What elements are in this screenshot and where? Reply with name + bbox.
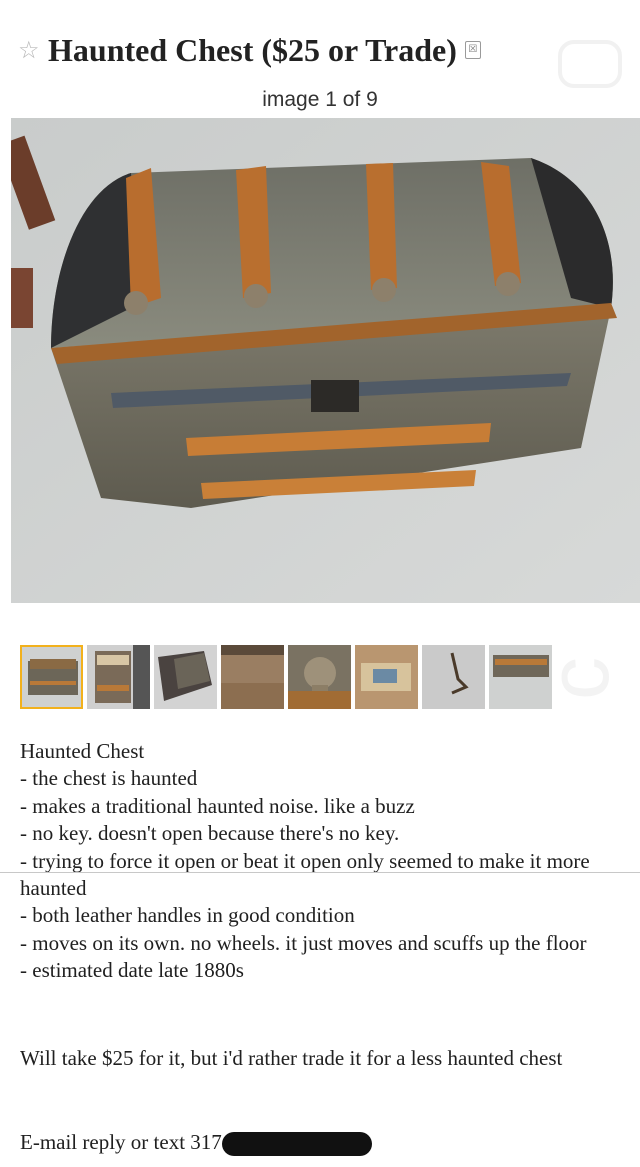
chest-photo-illustration [11, 118, 640, 603]
description-item-1: - the chest is haunted [20, 766, 198, 791]
title-row: ☆ Haunted Chest ($25 or Trade) ☒ [18, 26, 618, 74]
description-item-5: - both leather handles in good condition [20, 903, 355, 928]
thumbnail-strip [20, 645, 560, 709]
watermark-logo [558, 40, 622, 88]
screenshot-seam-divider [0, 872, 640, 873]
posting-title: Haunted Chest ($25 or Trade) [48, 31, 457, 68]
contact-line: E-mail reply or text 317 [20, 1128, 620, 1157]
thumbnail-6[interactable] [355, 645, 418, 709]
description-item-4: - trying to force it open or beat it ope… [20, 848, 590, 901]
description-item-2: - makes a traditional haunted noise. lik… [20, 793, 415, 818]
main-photo[interactable] [11, 118, 640, 603]
thumbnail-1[interactable] [20, 645, 83, 709]
thumbnail-2[interactable] [87, 645, 150, 709]
thumbnail-7[interactable] [422, 645, 485, 709]
description-heading: Haunted Chest [20, 739, 145, 763]
flag-icon[interactable]: ☒ [464, 41, 481, 59]
description-item-6: - moves on its own. no wheels. it just m… [20, 930, 587, 955]
contact-text: E-mail reply or text 317 [20, 1130, 222, 1154]
watermark-c: c [531, 657, 627, 700]
description: Haunted Chest - the chest is haunted - m… [20, 738, 630, 985]
description-item-3: - no key. doesn't open because there's n… [20, 821, 400, 846]
favorite-star-icon[interactable]: ☆ [18, 36, 48, 64]
trade-note: Will take $25 for it, but i'd rather tra… [20, 1046, 563, 1070]
image-counter: image 1 of 9 [262, 88, 378, 111]
thumbnail-5[interactable] [288, 645, 351, 709]
description-item-7: - estimated date late 1880s [20, 958, 244, 983]
thumbnail-4[interactable] [221, 645, 284, 709]
thumbnail-3[interactable] [154, 645, 217, 709]
redacted-phone [221, 1132, 372, 1157]
